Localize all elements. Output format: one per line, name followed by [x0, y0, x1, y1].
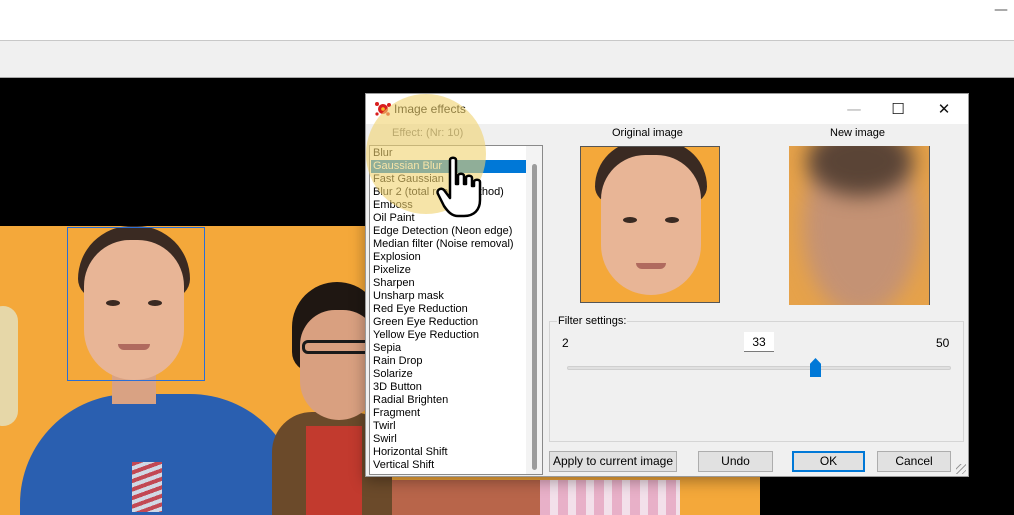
undo-button[interactable]: Undo	[698, 451, 773, 472]
preview-eye	[665, 217, 679, 223]
effect-item[interactable]: Horizontal Shift	[371, 446, 527, 459]
effect-items: Blur Gaussian Blur Fast Gaussian Blur 2 (to…	[371, 147, 527, 472]
effect-item[interactable]: Rain Drop	[371, 355, 527, 368]
effect-item[interactable]: Blur 2 (total range method)	[371, 186, 527, 199]
effect-item[interactable]: Fast Gaussian	[371, 173, 527, 186]
effect-item[interactable]: Swirl	[371, 433, 527, 446]
dialog-close-button[interactable]: ✕	[922, 96, 966, 122]
app-toolbar	[0, 40, 1014, 78]
effect-listbox[interactable]: Blur Gaussian Blur Fast Gaussian Blur 2 (to…	[369, 145, 543, 475]
effect-item[interactable]: Twirl	[371, 420, 527, 433]
image-effects-dialog: Image effects — ☐ ✕ Effect: (Nr: 10) Blu…	[365, 93, 969, 477]
second-person-glasses	[302, 340, 374, 354]
shirt-dna-print	[132, 462, 162, 512]
effect-item[interactable]: Radial Brighten	[371, 394, 527, 407]
photo-detail	[392, 480, 562, 515]
apply-to-current-image-button[interactable]: Apply to current image	[549, 451, 677, 472]
effect-item[interactable]: Gaussian Blur	[371, 160, 527, 173]
cancel-button[interactable]: Cancel	[877, 451, 951, 472]
ok-button[interactable]: OK	[792, 451, 865, 472]
effect-item[interactable]: Oil Paint	[371, 212, 527, 225]
photo-detail	[540, 480, 680, 515]
list-scrollbar[interactable]	[526, 146, 542, 474]
dialog-minimize-button[interactable]: —	[832, 96, 876, 122]
filter-settings-label: Filter settings:	[557, 315, 628, 327]
effect-item[interactable]: Sepia	[371, 342, 527, 355]
effect-item[interactable]: Explosion	[371, 251, 527, 264]
effect-item[interactable]: Median filter (Noise removal)	[371, 238, 527, 251]
effect-item[interactable]: Unsharp mask	[371, 290, 527, 303]
preview-eye	[623, 217, 637, 223]
effect-item[interactable]: Blur	[371, 147, 527, 160]
effect-item[interactable]: Edge Detection (Neon edge)	[371, 225, 527, 238]
preview-mouth	[636, 263, 666, 269]
face-selection-box[interactable]	[67, 227, 205, 381]
effect-item[interactable]: Solarize	[371, 368, 527, 381]
dialog-maximize-button[interactable]: ☐	[876, 96, 920, 122]
list-scrollbar-thumb[interactable]	[532, 164, 537, 470]
slider-min-label: 2	[562, 336, 569, 350]
effect-item[interactable]: Fragment	[371, 407, 527, 420]
original-image-label: Original image	[612, 127, 683, 139]
resize-grip[interactable]	[956, 464, 966, 474]
effect-item[interactable]: Yellow Eye Reduction	[371, 329, 527, 342]
dialog-titlebar[interactable]: Image effects — ☐ ✕	[366, 94, 968, 124]
effect-item[interactable]: Pixelize	[371, 264, 527, 277]
effect-item[interactable]: Vertical Shift	[371, 459, 527, 472]
app-titlebar: —	[0, 0, 1014, 40]
effect-item[interactable]: Emboss	[371, 199, 527, 212]
filter-slider-track[interactable]	[567, 366, 951, 370]
app-minimize-button[interactable]: —	[994, 2, 1008, 18]
effect-item[interactable]: Red Eye Reduction	[371, 303, 527, 316]
slider-value-box: 33	[744, 332, 774, 352]
preview-face	[601, 155, 701, 295]
effect-item[interactable]: 3D Button	[371, 381, 527, 394]
second-person-shirt	[306, 426, 362, 515]
effect-item[interactable]: Sharpen	[371, 277, 527, 290]
red-splat-icon	[375, 102, 391, 116]
effect-item[interactable]: Green Eye Reduction	[371, 316, 527, 329]
original-image-preview	[580, 146, 720, 303]
slider-max-label: 50	[936, 336, 950, 350]
person-left-hair	[0, 306, 18, 426]
new-image-preview	[789, 146, 930, 305]
effect-label: Effect: (Nr: 10)	[392, 127, 464, 139]
new-image-label: New image	[830, 127, 886, 139]
dialog-title: Image effects	[394, 102, 466, 116]
